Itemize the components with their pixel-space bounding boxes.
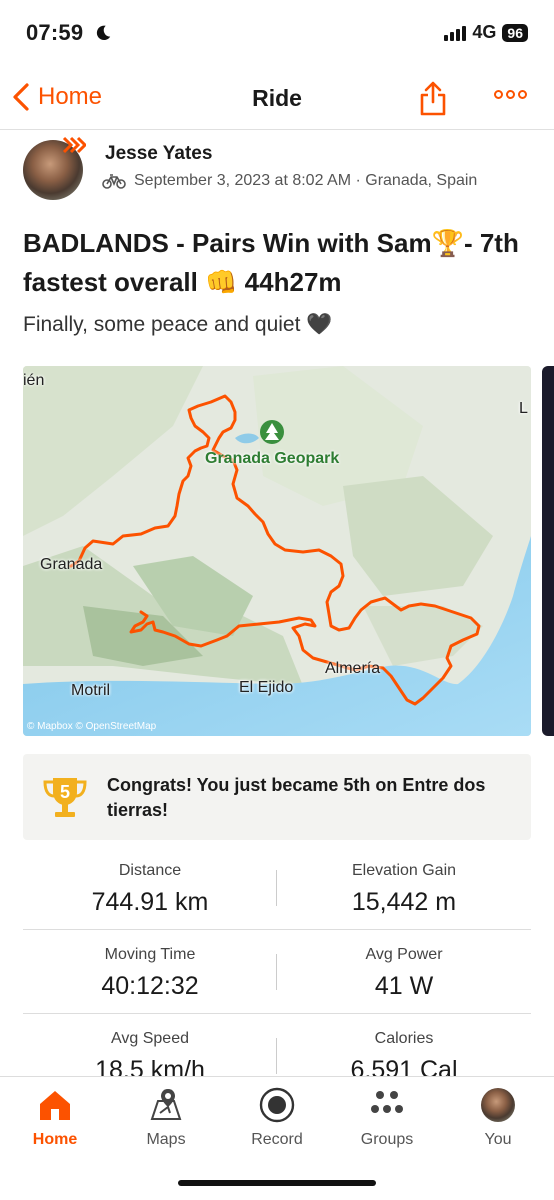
- avatar: [481, 1088, 515, 1122]
- stat-elevation-gain: Elevation Gain 15,442 m: [277, 862, 531, 917]
- share-icon[interactable]: [418, 80, 448, 116]
- activity-date-location: September 3, 2023 at 8:02 AM · Granada, …: [134, 172, 478, 189]
- stats-row: Moving Time 40:12:32 Avg Power 41 W: [23, 930, 531, 1014]
- signal-icon: [444, 25, 467, 41]
- groups-icon: [371, 1091, 403, 1113]
- tab-label: Groups: [360, 1131, 414, 1148]
- record-icon: [259, 1087, 295, 1123]
- stat-value: 15,442 m: [351, 888, 457, 916]
- stat-moving-time: Moving Time 40:12:32: [23, 946, 277, 1001]
- stat-label: Avg Speed: [111, 1030, 189, 1047]
- battery-icon: 96: [502, 23, 528, 42]
- stat-value: 40:12:32: [101, 972, 199, 1000]
- athlete-name[interactable]: Jesse Yates: [105, 143, 212, 165]
- achievement-card[interactable]: 5 Congrats! You just became 5th on Entre…: [23, 754, 531, 840]
- stat-label: Elevation Gain: [351, 862, 457, 879]
- tab-label: Maps: [146, 1131, 186, 1148]
- stat-avg-power: Avg Power 41 W: [277, 946, 531, 1001]
- moon-icon: [96, 25, 111, 41]
- stat-label: Calories: [374, 1030, 434, 1047]
- stat-value: 41 W: [374, 972, 434, 1000]
- map-label-el-ejido: El Ejido: [239, 679, 294, 696]
- stat-label: Distance: [118, 862, 182, 879]
- activity-title: BADLANDS - Pairs Win with Sam🏆- 7th fast…: [23, 228, 519, 297]
- activity-meta: September 3, 2023 at 8:02 AM · Granada, …: [102, 172, 477, 190]
- achievement-text: Congrats! You just became 5th on Entre d…: [107, 775, 486, 820]
- bike-icon: [102, 174, 126, 189]
- trophy-icon: 5: [43, 778, 87, 817]
- map-label-granada: Granada: [40, 556, 103, 573]
- park-icon: [260, 420, 284, 444]
- maps-icon: [150, 1089, 182, 1120]
- map-credit: © Mapbox © OpenStreetMap: [27, 721, 157, 732]
- tab-groups[interactable]: Groups: [332, 1085, 442, 1149]
- tab-label: Home: [32, 1131, 78, 1148]
- network-type: 4G: [472, 22, 497, 42]
- map-label-almeria: Almería: [325, 660, 381, 677]
- tab-label: You: [484, 1131, 512, 1148]
- activity-description: Finally, some peace and quiet 🖤: [23, 313, 333, 336]
- tab-you[interactable]: You: [443, 1085, 553, 1149]
- status-bar: 07:59 4G 96: [0, 0, 554, 66]
- stat-distance: Distance 744.91 km: [23, 862, 277, 917]
- map-label-top-right: L: [519, 400, 528, 417]
- nav-bar: Home Ride: [0, 66, 554, 130]
- stat-label: Moving Time: [104, 946, 196, 963]
- page-title: Ride: [252, 85, 302, 111]
- home-indicator: [178, 1180, 376, 1186]
- tab-label: Record: [251, 1131, 303, 1148]
- stats-grid: Distance 744.91 km Elevation Gain 15,442…: [23, 846, 531, 1098]
- stat-label: Avg Power: [365, 946, 443, 963]
- tab-record[interactable]: Record: [222, 1085, 332, 1149]
- status-indicators: 4G 96: [444, 22, 528, 43]
- next-media-peek[interactable]: [542, 366, 554, 736]
- status-time: 07:59: [26, 20, 84, 45]
- map-label-motril: Motril: [71, 682, 111, 699]
- home-icon: [40, 1091, 70, 1120]
- tab-home[interactable]: Home: [0, 1085, 110, 1149]
- tab-maps[interactable]: Maps: [111, 1085, 221, 1149]
- achievement-rank: 5: [60, 782, 70, 802]
- route-map[interactable]: ién L Granada Geopark Granada Motril El …: [23, 366, 531, 736]
- map-label-top-left: ién: [23, 372, 45, 389]
- subscriber-badge-icon: [62, 136, 86, 154]
- map-label-geopark: Granada Geopark: [205, 450, 340, 467]
- stats-row: Distance 744.91 km Elevation Gain 15,442…: [23, 846, 531, 930]
- more-options-button[interactable]: [494, 90, 527, 99]
- stat-value: 744.91 km: [91, 888, 209, 916]
